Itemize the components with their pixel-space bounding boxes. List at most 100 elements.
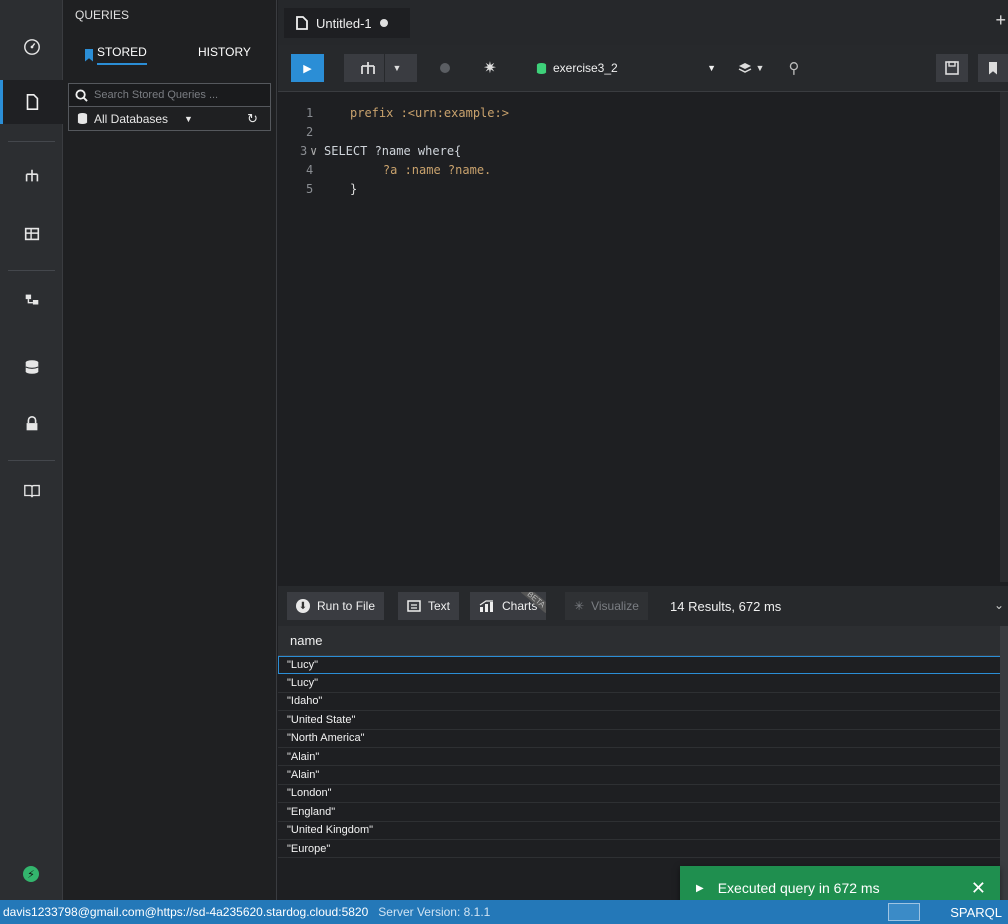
search-icon <box>75 88 88 102</box>
table-row[interactable]: "Europe" <box>278 840 1008 859</box>
editor-scrollbar[interactable] <box>1000 92 1008 582</box>
results-summary: 14 Results, 672 ms <box>670 599 782 614</box>
bookmark-icon <box>989 61 997 75</box>
code-text: SELECT ?name where{ <box>324 144 462 158</box>
table-row[interactable]: "Alain" <box>278 766 1008 785</box>
results-table: name "Lucy" "Lucy" "Idaho" "United State… <box>278 626 1008 900</box>
code-text: prefix :<urn:example:> <box>350 106 509 120</box>
virtual-graph-icon[interactable] <box>0 278 63 322</box>
database-icon <box>77 113 88 124</box>
run-query-button[interactable]: ▶ <box>291 54 324 82</box>
chevron-down-icon[interactable]: ⌄ <box>994 598 1004 612</box>
editor-tab-bar: Untitled-1 + <box>278 0 1008 45</box>
table-row[interactable]: "London" <box>278 785 1008 804</box>
refresh-icon[interactable]: ↻ <box>247 111 258 127</box>
query-language[interactable]: SPARQL <box>950 905 1002 920</box>
rail-divider <box>8 270 55 271</box>
tab-stored[interactable]: STORED <box>85 45 147 65</box>
file-icon <box>296 16 308 30</box>
layers-icon <box>738 63 751 73</box>
code-line: 3 ∨ SELECT ?name where{ <box>300 144 462 158</box>
table-row[interactable]: "United State" <box>278 711 1008 730</box>
query-plan-button[interactable]: ▼ <box>344 54 417 82</box>
save-button[interactable] <box>936 54 968 82</box>
database-icon[interactable] <box>0 345 63 389</box>
gear-icon[interactable]: ✷ <box>479 54 501 82</box>
code-text: ?a :name ?name. <box>354 163 492 177</box>
file-icon[interactable] <box>0 80 63 124</box>
book-icon[interactable] <box>0 469 63 513</box>
bookmark-icon <box>85 48 93 62</box>
table-row[interactable]: "United Kingdom" <box>278 822 1008 840</box>
rail-divider <box>8 460 55 461</box>
rail-divider <box>8 141 55 142</box>
table-row[interactable]: "Idaho" <box>278 693 1008 712</box>
queries-title: QUERIES <box>75 8 130 22</box>
stored-queries-search[interactable] <box>68 83 271 107</box>
table-row[interactable]: "North America" <box>278 730 1008 748</box>
close-icon[interactable]: ✕ <box>971 878 986 899</box>
chart-icon <box>479 600 493 612</box>
code-line: 4 ?a :name ?name. <box>306 163 492 177</box>
search-icon[interactable]: ⚲ <box>784 54 804 82</box>
data-table-icon[interactable] <box>0 212 63 256</box>
database-selector[interactable]: exercise3_2 ▼ <box>536 54 716 82</box>
play-icon: ▶ <box>696 882 704 894</box>
unsaved-dot-icon[interactable] <box>379 19 388 27</box>
results-toolbar: ⬇ Run to File Text Charts BETA ✳ Visuali… <box>278 586 1008 626</box>
text-view-button[interactable]: Text <box>398 592 460 620</box>
code-editor[interactable]: 1 prefix :<urn:example:> 2 3 ∨ SELECT ?n… <box>278 92 1008 586</box>
status-indicator[interactable]: ⚡ <box>11 858 51 890</box>
lock-icon[interactable] <box>0 402 63 446</box>
column-header-name[interactable]: name <box>278 626 1008 656</box>
queries-panel: QUERIES STORED HISTORY All Databases ▼ ↻ <box>63 0 277 900</box>
fold-chevron-icon[interactable]: ∨ <box>310 144 317 158</box>
download-icon: ⬇ <box>296 599 310 613</box>
results-scrollbar[interactable] <box>1000 626 1008 900</box>
dashboard-icon[interactable] <box>0 25 63 69</box>
run-to-file-button[interactable]: ⬇ Run to File <box>287 592 385 620</box>
query-plan-icon <box>360 62 375 74</box>
left-rail: ⚡ <box>0 0 63 900</box>
visualize-button[interactable]: ✳ Visualize <box>565 592 648 620</box>
code-text: } <box>350 182 358 196</box>
chevron-down-icon: ▼ <box>755 63 765 73</box>
bookmark-button[interactable] <box>978 54 1008 82</box>
database-icon <box>536 62 547 74</box>
play-icon: ▶ <box>303 62 312 75</box>
server-version: Server Version: 8.1.1 <box>378 905 491 919</box>
bolt-icon: ⚡ <box>23 866 39 882</box>
table-row[interactable]: "Lucy" <box>278 674 1008 693</box>
tab-title: Untitled-1 <box>316 15 372 31</box>
save-icon <box>945 61 959 75</box>
code-line: 2 <box>306 125 314 139</box>
code-line: 5 } <box>306 182 358 196</box>
charts-view-button[interactable]: Charts BETA <box>470 592 547 620</box>
record-indicator[interactable] <box>438 54 452 82</box>
table-row[interactable]: "Alain" <box>278 748 1008 767</box>
text-icon <box>407 600 421 612</box>
editor-toolbar: ▶ ▼ ✷ exercise3_2 ▼ ▼ ⚲ <box>278 45 1008 92</box>
network-icon: ✳ <box>574 599 585 613</box>
chevron-down-icon: ▼ <box>707 63 716 73</box>
circle-icon <box>440 63 450 73</box>
database-filter[interactable]: All Databases ▼ ↻ <box>68 107 271 131</box>
connection-string: davis1233798@gmail.com@https://sd-4a2356… <box>3 905 369 919</box>
toast-message: Executed query in 672 ms <box>717 880 880 896</box>
search-input[interactable] <box>94 89 254 101</box>
graphs-selector[interactable]: ▼ <box>730 54 772 82</box>
tab-untitled[interactable]: Untitled-1 <box>284 8 410 38</box>
chevron-down-icon: ▼ <box>184 113 193 124</box>
tab-stored-label: STORED <box>97 45 147 65</box>
code-line: 1 prefix :<urn:example:> <box>306 106 509 120</box>
database-filter-label: All Databases <box>94 111 169 126</box>
tab-history[interactable]: HISTORY <box>198 45 251 59</box>
status-bar: davis1233798@gmail.com@https://sd-4a2356… <box>0 900 1008 924</box>
model-tree-icon[interactable] <box>0 154 63 198</box>
chevron-down-icon: ▼ <box>392 63 402 73</box>
table-row[interactable]: "England" <box>278 803 1008 822</box>
database-name: exercise3_2 <box>553 61 618 75</box>
keyboard-icon[interactable] <box>888 903 920 921</box>
new-tab-icon[interactable]: + <box>995 10 1006 31</box>
table-row[interactable]: "Lucy" <box>278 656 1008 675</box>
